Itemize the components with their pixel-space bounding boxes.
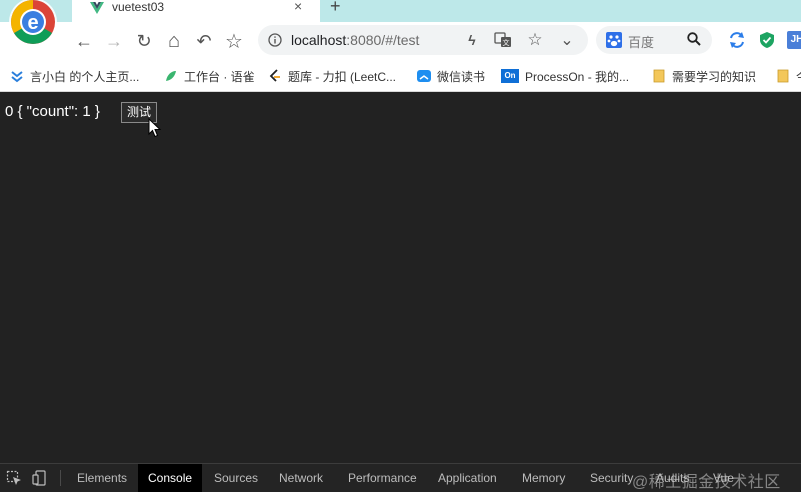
url-text[interactable]: localhost:8080/#/test — [291, 32, 419, 48]
bookmark-label: 需要学习的知识 — [672, 69, 757, 84]
bookmark-label: 言小白 的个人主页... — [30, 69, 140, 84]
bookmark-label: 题库 - 力扣 (LeetC... — [288, 69, 397, 84]
bookmark-item[interactable]: 微信读书 — [417, 68, 485, 84]
baidu-paw-icon — [606, 32, 622, 48]
yuque-icon — [166, 71, 176, 81]
watermark-text: @稀土掘金技术社区 — [632, 474, 781, 491]
tab-memory[interactable]: Memory — [512, 464, 575, 492]
bookmark-item[interactable]: 题库 - 力扣 (LeetC... — [268, 68, 396, 84]
forward-icon[interactable]: → — [103, 30, 125, 52]
bookmark-item[interactable]: 工作台 · 语雀 — [164, 68, 255, 84]
device-toolbar-icon[interactable] — [32, 470, 48, 486]
chrome-e-logo-icon[interactable]: e — [8, 0, 62, 48]
bookmarks-bar: 言小白 的个人主页... 工作台 · 语雀 题库 - 力扣 (LeetC... … — [0, 60, 801, 92]
bookmark-star-icon[interactable]: ☆ — [526, 30, 544, 49]
chevrons-icon — [11, 71, 23, 83]
inspect-element-icon[interactable] — [6, 470, 22, 486]
mouse-cursor-icon — [148, 118, 162, 138]
bookmark-label: 今 — [796, 68, 801, 85]
page-viewport: 0 { "count": 1 } 测试 — [0, 93, 801, 463]
tab-title: vuetest03 — [112, 0, 165, 14]
bookmark-item[interactable]: 今 — [776, 68, 801, 84]
tab-performance[interactable]: Performance — [338, 464, 427, 492]
undo-icon[interactable]: ↶ — [193, 30, 215, 52]
browser-toolbar: ← → ↻ ⌂ ↶ ☆ localhost:8080/#/test ϟ 文 ☆ … — [0, 22, 801, 60]
processon-icon: On — [501, 69, 519, 83]
lightning-icon[interactable]: ϟ — [463, 31, 481, 49]
tab-sources[interactable]: Sources — [204, 464, 268, 492]
bookmark-label: 工作台 · 语雀 — [184, 69, 255, 84]
tab-network[interactable]: Network — [269, 464, 333, 492]
search-box[interactable]: 百度 — [596, 26, 712, 54]
bookmark-label: 微信读书 — [437, 69, 486, 84]
address-bar[interactable]: localhost:8080/#/test ϟ 文 ☆ ⌄ — [258, 25, 588, 55]
bookmark-item[interactable]: 言小白 的个人主页... — [10, 68, 139, 84]
bookmark-item[interactable]: On ProcessOn - 我的... — [501, 68, 629, 84]
search-engine-label: 百度 — [628, 35, 655, 50]
reload-icon[interactable]: ↻ — [133, 30, 155, 52]
folder-icon — [653, 69, 665, 83]
bookmark-label: ProcessOn - 我的... — [525, 69, 630, 84]
weread-icon — [417, 70, 431, 82]
tab-strip: vuetest03 × + — [0, 0, 801, 22]
svg-text:e: e — [27, 12, 38, 34]
url-path: :8080/#/test — [346, 32, 420, 48]
translate-icon[interactable]: 文 — [494, 31, 512, 49]
devtools-separator — [60, 470, 61, 486]
svg-text:文: 文 — [503, 38, 510, 47]
tab-elements[interactable]: Elements — [67, 464, 137, 492]
tab-application[interactable]: Application — [428, 464, 507, 492]
devtools-tabbar: Elements Console Sources Network Perform… — [0, 463, 801, 492]
jh-extension-icon[interactable]: JH — [787, 31, 801, 49]
count-output: 0 { "count": 1 } — [5, 103, 100, 120]
new-tab-icon[interactable]: + — [330, 0, 341, 15]
folder-icon — [777, 69, 789, 83]
vue-icon — [90, 2, 104, 14]
back-icon[interactable]: ← — [73, 30, 95, 52]
dropdown-icon[interactable]: ⌄ — [558, 31, 576, 49]
star-icon[interactable]: ☆ — [223, 30, 245, 53]
tab-console[interactable]: Console — [138, 464, 203, 492]
home-icon[interactable]: ⌂ — [163, 30, 185, 52]
url-host: localhost — [291, 32, 347, 48]
info-icon[interactable] — [268, 33, 282, 47]
bookmark-item[interactable]: 需要学习的知识 — [652, 68, 756, 84]
shield-icon[interactable] — [758, 31, 776, 49]
leetcode-icon — [269, 69, 280, 82]
browser-tab[interactable]: vuetest03 × — [72, 0, 320, 22]
tab-close-icon[interactable]: × — [294, 0, 302, 13]
search-icon[interactable] — [686, 31, 702, 47]
sync-icon[interactable] — [728, 31, 746, 49]
